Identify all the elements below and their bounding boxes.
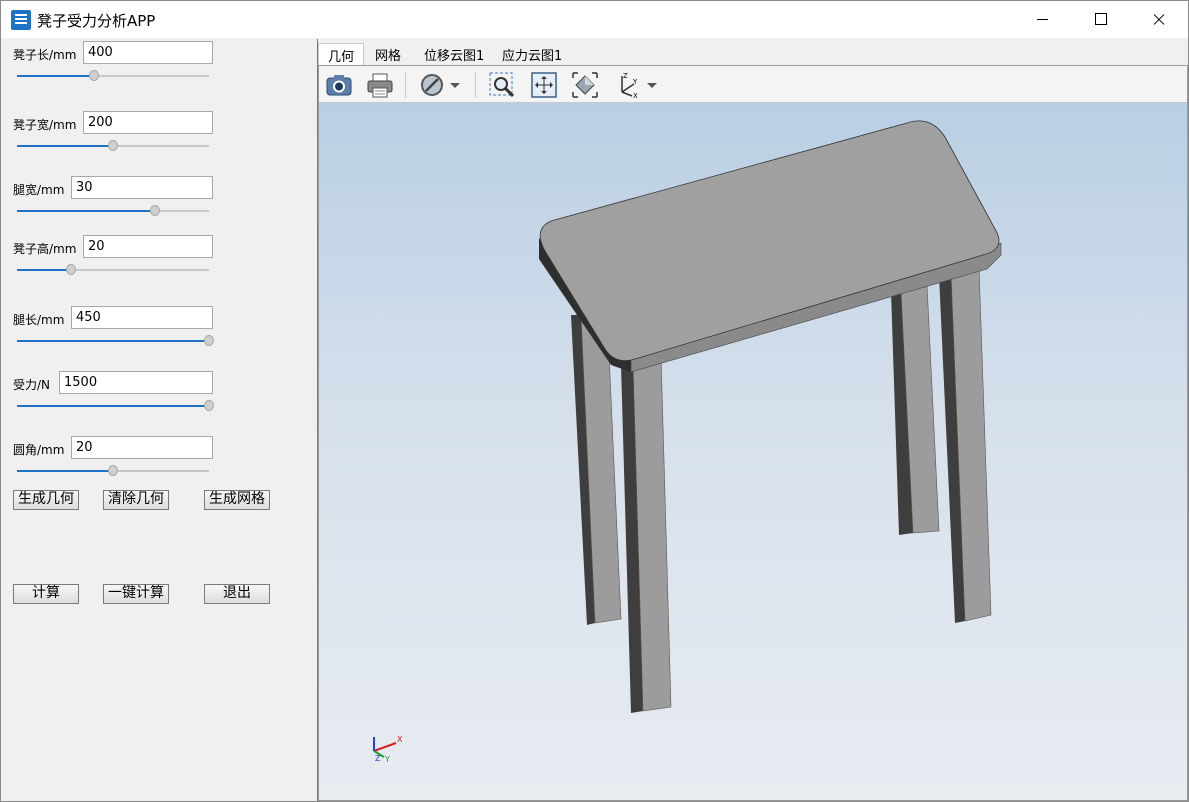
parameter-panel: 凳子长/mm 400 凳子宽/mm 200 腿宽/mm 30 凳子高/mm 20… — [1, 39, 317, 801]
stool-leg-front-left — [621, 354, 672, 713]
axis-triad: X Y Z — [373, 735, 403, 764]
stool-leg-front-right — [939, 266, 992, 623]
leg-width-input[interactable]: 30 — [71, 176, 213, 199]
dropdown-arrow-icon[interactable] — [447, 70, 463, 100]
slider-thumb[interactable] — [88, 70, 99, 81]
print-icon[interactable] — [365, 70, 395, 100]
slider-thumb[interactable] — [204, 400, 214, 411]
generate-geometry-button[interactable]: 生成几何 — [13, 490, 79, 510]
minimize-button[interactable] — [1014, 1, 1072, 38]
toolbar-separator — [405, 72, 406, 98]
svg-text:Z: Z — [623, 72, 628, 80]
dropdown-arrow-icon[interactable] — [644, 70, 660, 100]
stool-length-slider[interactable] — [17, 70, 209, 81]
param-label: 凳子长/mm — [13, 48, 77, 62]
stool-height-input[interactable]: 20 — [83, 235, 213, 258]
axis-label-x: X — [397, 735, 403, 744]
stool-length-input[interactable]: 400 — [83, 41, 213, 64]
force-slider[interactable] — [17, 400, 214, 411]
generate-mesh-button[interactable]: 生成网格 — [204, 490, 270, 510]
tab-displacement[interactable]: 位移云图1 — [415, 43, 493, 65]
slider-thumb[interactable] — [108, 140, 118, 151]
param-label: 腿长/mm — [13, 313, 65, 327]
svg-text:X: X — [633, 92, 638, 100]
window-title: 凳子受力分析APP — [37, 12, 156, 30]
param-label: 受力/N — [13, 378, 51, 392]
slider-fill — [17, 269, 71, 271]
app-window: 凳子受力分析APP 凳子长/mm 400 凳子宽/mm 200 腿宽/mm 30… — [0, 0, 1189, 802]
slider-fill — [17, 210, 156, 212]
3d-viewer: ZYX X Y Z — [318, 65, 1188, 801]
slider-fill — [17, 145, 113, 147]
camera-icon[interactable] — [324, 70, 354, 100]
param-label: 腿宽/mm — [13, 183, 65, 197]
close-button[interactable] — [1130, 1, 1188, 38]
view-area: 几何 网格 位移云图1 应力云图1 Z Y X X Y Z — [317, 39, 1188, 801]
stool-width-input[interactable]: 200 — [83, 111, 213, 134]
slider-thumb[interactable] — [150, 205, 161, 216]
axis-label-z: Z — [375, 754, 381, 763]
fillet-slider[interactable] — [17, 465, 209, 476]
fit-all-icon[interactable] — [529, 70, 559, 100]
calculate-button[interactable]: 计算 — [13, 584, 79, 604]
clear-geometry-button[interactable]: 清除几何 — [103, 490, 169, 510]
model-canvas[interactable]: X Y Z — [319, 103, 1187, 800]
param-label: 凳子高/mm — [13, 242, 77, 256]
tab-mesh[interactable]: 网格 — [366, 43, 410, 65]
leg-length-slider[interactable] — [17, 335, 214, 346]
viewer-toolbar: ZYX — [319, 66, 1187, 103]
toolbar-separator — [475, 72, 476, 98]
no-entry-icon[interactable] — [417, 70, 447, 100]
stool-model: X Y Z — [373, 120, 1002, 764]
stool-leg-back-right — [891, 284, 940, 535]
leg-length-input[interactable]: 450 — [71, 306, 213, 329]
app-icon — [11, 10, 31, 30]
slider-thumb[interactable] — [65, 264, 76, 275]
maximize-button[interactable] — [1072, 1, 1130, 38]
axis-label-y: Y — [384, 755, 390, 764]
tab-stress[interactable]: 应力云图1 — [493, 43, 571, 65]
param-label: 圆角/mm — [13, 443, 65, 457]
zoom-window-icon[interactable] — [487, 70, 517, 100]
fillet-input[interactable]: 20 — [71, 436, 213, 459]
stool-height-slider[interactable] — [17, 264, 209, 275]
exit-button[interactable]: 退出 — [204, 584, 270, 604]
leg-width-slider[interactable] — [17, 205, 209, 216]
stool-width-slider[interactable] — [17, 140, 209, 151]
title-bar: 凳子受力分析APP — [1, 1, 1188, 38]
slider-fill — [17, 340, 209, 342]
svg-text:Y: Y — [632, 78, 638, 86]
view-iso-icon[interactable] — [570, 70, 600, 100]
slider-fill — [17, 405, 209, 407]
force-input[interactable]: 1500 — [59, 371, 213, 394]
slider-thumb[interactable] — [108, 465, 118, 476]
view-tabs: 几何 网格 位移云图1 应力云图1 — [318, 39, 1188, 65]
slider-thumb[interactable] — [204, 335, 214, 346]
slider-fill — [17, 470, 113, 472]
axes-icon[interactable]: ZYX — [612, 70, 642, 100]
tab-geometry[interactable]: 几何 — [318, 43, 365, 65]
slider-fill — [17, 75, 94, 77]
param-label: 凳子宽/mm — [13, 118, 77, 132]
one-click-calculate-button[interactable]: 一键计算 — [103, 584, 169, 604]
